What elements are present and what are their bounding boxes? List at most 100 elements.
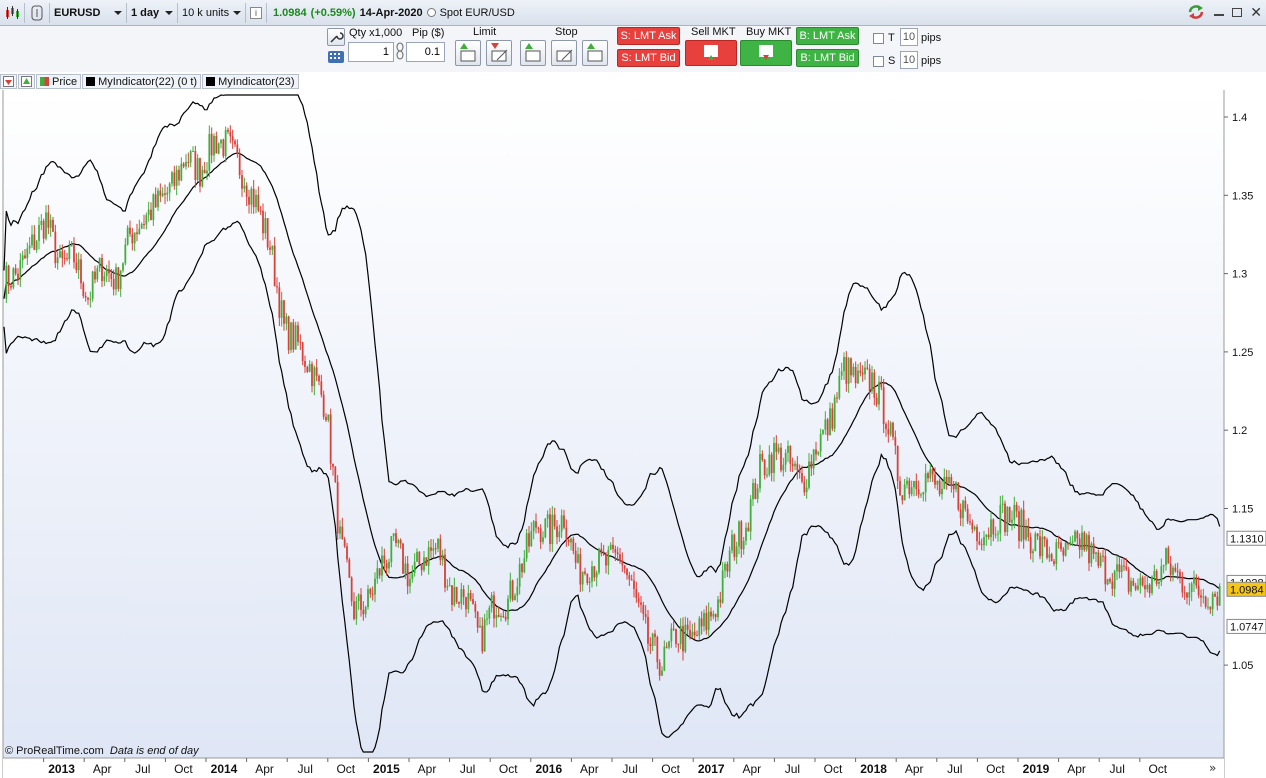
candle-body <box>115 267 117 290</box>
candle-body <box>1029 537 1032 554</box>
candle-body <box>929 469 932 479</box>
candle-body <box>817 451 820 455</box>
x-tick-label: Oct <box>174 762 193 776</box>
candle-body <box>728 550 731 572</box>
sell-market-button[interactable] <box>685 40 737 66</box>
buy-market-button[interactable] <box>740 40 792 66</box>
candle-body <box>1018 511 1020 541</box>
chart-type-button[interactable] <box>0 2 25 23</box>
legend-item-indicator-23[interactable]: MyIndicator(23) <box>202 74 299 89</box>
legend-add-button[interactable] <box>18 74 35 89</box>
candle-body <box>656 636 659 663</box>
target-checkbox[interactable] <box>873 33 884 44</box>
stop-edit-button[interactable] <box>551 40 577 66</box>
candle-body <box>831 408 834 429</box>
legend-item-price[interactable]: Price <box>36 74 82 89</box>
info-button[interactable]: i <box>246 2 267 23</box>
link-chain-icon[interactable] <box>395 41 405 61</box>
candle-body <box>1102 555 1104 557</box>
candle-body <box>836 397 838 399</box>
candle-body <box>903 484 906 501</box>
candle-body <box>1106 579 1109 585</box>
candle-body <box>822 429 824 434</box>
candle-body <box>427 547 430 566</box>
legend-item-indicator-22[interactable]: MyIndicator(22) (0 t) <box>82 74 202 89</box>
price-label: 1.1310 <box>1230 533 1264 545</box>
x-tick-label: Oct <box>824 762 843 776</box>
price-label: 1.0984 <box>1230 584 1264 596</box>
candle-body <box>1083 532 1086 550</box>
candle-body <box>1141 577 1144 586</box>
buy-limit-bid-button[interactable]: B: LMT Bid <box>796 49 859 67</box>
candle-body <box>766 474 768 476</box>
candle-body <box>1127 569 1130 592</box>
candle-body <box>362 609 365 615</box>
candle-body <box>500 615 502 617</box>
candle-body <box>80 259 82 284</box>
candle-body <box>861 372 864 375</box>
stop-pips-input[interactable]: 10 <box>900 51 918 69</box>
candle-body <box>355 601 358 619</box>
stop-sell-button[interactable] <box>582 40 608 66</box>
limit-label: Limit <box>473 26 497 38</box>
candle-body <box>269 247 271 250</box>
scroll-right-button[interactable]: » <box>1209 761 1216 775</box>
x-tick-label: 2013 <box>48 762 75 776</box>
candle-body <box>936 480 939 485</box>
candle-body <box>668 641 670 648</box>
keypad-button[interactable] <box>328 51 344 63</box>
maximize-icon[interactable] <box>1232 7 1243 17</box>
limit-order-icon <box>460 43 476 62</box>
settings-button[interactable] <box>327 28 345 46</box>
candle-body <box>721 570 724 603</box>
candle-body <box>717 599 719 618</box>
close-icon[interactable]: ✕ <box>1250 4 1262 21</box>
candle-body <box>635 588 638 598</box>
candle-body <box>481 625 484 652</box>
stop-buy-button[interactable] <box>520 40 546 66</box>
sell-limit-bid-button[interactable]: S: LMT Bid <box>617 49 680 67</box>
candle-body <box>297 325 299 342</box>
link-button[interactable] <box>25 2 50 23</box>
candle-body <box>1162 564 1165 567</box>
units-selector[interactable]: 10 k units <box>178 2 246 23</box>
candle-body <box>1209 606 1212 610</box>
candle-body <box>59 251 61 258</box>
candle-body <box>630 579 633 581</box>
timeframe-selector[interactable]: 1 day <box>127 2 178 23</box>
candle-body <box>66 258 68 260</box>
limit-sell-button[interactable] <box>486 40 512 66</box>
candle-body <box>924 473 927 493</box>
refresh-icon[interactable] <box>1186 3 1206 21</box>
sell-mkt-label: Sell MKT <box>691 26 736 38</box>
x-tick-label: Apr <box>1067 762 1086 776</box>
candle-body <box>420 563 423 571</box>
candle-body <box>196 158 199 180</box>
symbol-selector[interactable]: EURUSD <box>50 2 127 23</box>
candle-body <box>201 169 204 187</box>
buy-limit-ask-button[interactable]: B: LMT Ask <box>796 27 859 45</box>
candle-body <box>1214 593 1216 597</box>
candle-body <box>1113 571 1116 589</box>
limit-buy-button[interactable] <box>455 40 481 66</box>
qty-input[interactable] <box>348 42 394 62</box>
candle-body <box>1060 542 1062 550</box>
target-pips-input[interactable]: 10 <box>900 28 918 46</box>
pip-input[interactable] <box>406 42 445 62</box>
legend-close-button[interactable] <box>0 74 17 89</box>
candle-body <box>572 538 575 551</box>
candle-body <box>649 643 652 646</box>
price-chart[interactable]: 1.051.151.21.251.31.351.41.13101.10281.0… <box>0 90 1266 778</box>
y-tick-label: 1.3 <box>1232 269 1247 281</box>
candle-body <box>859 370 862 373</box>
x-tick-label: Apr <box>255 762 274 776</box>
candle-body <box>381 555 383 576</box>
radio-icon[interactable] <box>426 8 436 17</box>
candle-body <box>299 341 302 343</box>
candle-body <box>332 463 334 467</box>
sell-limit-ask-button[interactable]: S: LMT Ask <box>617 27 680 45</box>
minimize-icon[interactable] <box>1214 14 1225 16</box>
price-swatch <box>40 77 49 86</box>
stop-checkbox[interactable] <box>873 56 884 67</box>
candle-body <box>1067 542 1069 545</box>
